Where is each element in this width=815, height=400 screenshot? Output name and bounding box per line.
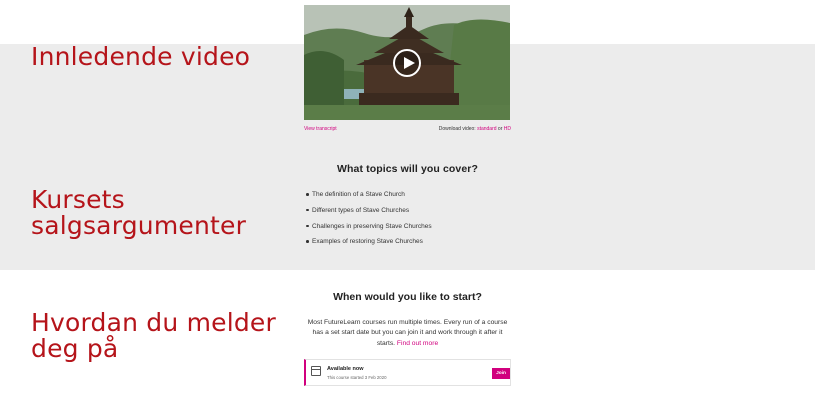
join-button[interactable]: Join: [492, 368, 510, 379]
run-start-date: This course started 3 Feb 2020: [327, 375, 387, 380]
play-icon: [404, 57, 415, 69]
start-title: When would you like to start?: [333, 291, 482, 303]
calendar-icon: [311, 366, 321, 376]
topic-item: Examples of restoring Stave Churches: [304, 237, 514, 253]
annotation-selling-points-heading: Kursets salgsargumenter: [31, 185, 247, 240]
topics-list: The definition of a Stave Church Differe…: [304, 190, 514, 253]
annotation-video-heading: Innledende video: [31, 42, 251, 71]
view-transcript-link[interactable]: View transcript: [304, 125, 337, 133]
start-description: Most FutureLearn courses run multiple ti…: [304, 318, 511, 349]
annotation-enroll-heading: Hvordan du melder deg på: [31, 308, 276, 363]
download-standard-link[interactable]: standard: [477, 126, 496, 132]
download-video: Download video: standard or HD: [439, 125, 511, 133]
video-player[interactable]: [304, 5, 510, 120]
topic-item: The definition of a Stave Church: [304, 190, 514, 206]
download-or: or: [496, 126, 504, 132]
course-run-card: Available now This course started 3 Feb …: [304, 359, 511, 386]
download-hd-link[interactable]: HD: [504, 126, 511, 132]
run-status: Available now: [327, 366, 364, 372]
download-label: Download video:: [438, 126, 478, 132]
topics-title: What topics will you cover?: [337, 163, 478, 175]
video-meta: View transcript Download video: standard…: [304, 125, 511, 135]
topic-item: Challenges in preserving Stave Churches: [304, 222, 514, 238]
find-out-more-link[interactable]: Find out more: [397, 340, 438, 347]
topic-item: Different types of Stave Churches: [304, 206, 514, 222]
play-button[interactable]: [393, 49, 421, 77]
